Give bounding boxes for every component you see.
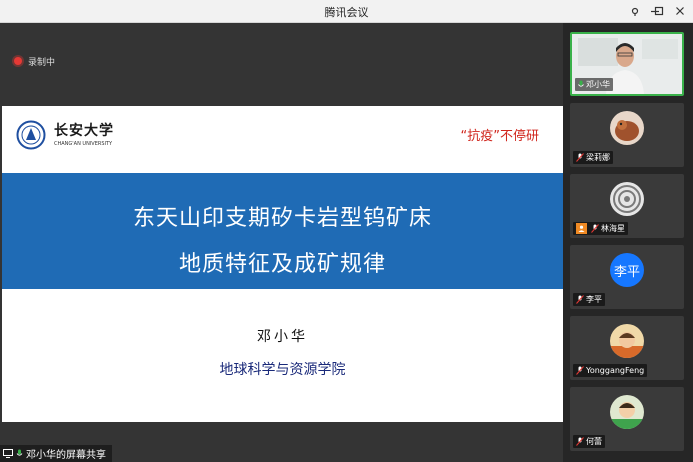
participant-tile[interactable]: YonggangFeng — [570, 316, 684, 380]
participant-tile[interactable]: 李平 李平 — [570, 245, 684, 309]
participant-label: 李平 — [573, 293, 605, 306]
shared-screen-area: 录制中 长安大学 CHANG'AN UNIVERSITY “抗疫”不停研 东天山… — [0, 23, 563, 462]
participant-avatar — [610, 324, 644, 358]
participant-label: YonggangFeng — [573, 364, 648, 377]
pin-button[interactable] — [627, 3, 643, 19]
slide-title-line1: 东天山印支期矽卡岩型钨矿床 — [132, 206, 432, 231]
microphone-icon — [578, 80, 584, 87]
microphone-icon — [16, 449, 23, 456]
title-band: 东天山印支期矽卡岩型钨矿床 地质特征及成矿规律 — [2, 173, 563, 289]
participant-tile[interactable]: 邓小华 — [570, 32, 684, 96]
microphone-muted-icon — [576, 153, 584, 162]
record-dot-icon — [14, 57, 22, 65]
university-name-english: CHANG'AN UNIVERSITY — [54, 141, 113, 147]
screen-share-icon — [3, 449, 13, 458]
slide-author: 邓小华 — [257, 329, 308, 345]
maximize-icon — [654, 6, 664, 16]
participant-name: 梁莉娜 — [586, 153, 610, 162]
screen-share-label[interactable]: 邓小华的屏幕共享 — [0, 445, 112, 462]
slide-title-line2: 地质特征及成矿规律 — [178, 252, 386, 277]
participant-name: 李平 — [586, 295, 602, 304]
slogan-text: “抗疫”不停研 — [460, 129, 539, 144]
presentation-slide: 长安大学 CHANG'AN UNIVERSITY “抗疫”不停研 东天山印支期矽… — [2, 106, 563, 422]
close-icon — [676, 7, 684, 15]
participant-label: 何蕾 — [573, 435, 605, 448]
participant-avatar — [610, 395, 644, 429]
participant-avatar — [610, 111, 644, 145]
participant-name: 林海星 — [601, 224, 625, 233]
close-button[interactable] — [672, 3, 688, 19]
microphone-muted-icon — [576, 295, 584, 304]
participant-tile[interactable]: 林海星 — [570, 174, 684, 238]
slide-affiliation: 地球科学与资源学院 — [219, 362, 346, 378]
screen-share-owner: 邓小华的屏幕共享 — [26, 450, 106, 461]
microphone-muted-icon — [576, 366, 584, 375]
participant-name: 邓小华 — [586, 80, 610, 89]
university-seal-icon — [16, 120, 46, 150]
pin-icon — [631, 7, 639, 16]
participant-avatar: 李平 — [610, 253, 644, 287]
microphone-muted-icon — [576, 437, 584, 446]
recording-label: 录制中 — [28, 57, 56, 68]
university-logo: 长安大学 CHANG'AN UNIVERSITY — [16, 120, 136, 152]
window-titlebar: 腾讯会议 — [0, 0, 693, 23]
participant-name: 何蕾 — [586, 437, 602, 446]
participant-tile[interactable]: 何蕾 — [570, 387, 684, 451]
participant-label: 邓小华 — [575, 78, 613, 91]
participant-label: 林海星 — [573, 222, 628, 235]
maximize-button[interactable] — [651, 3, 667, 19]
window-title: 腾讯会议 — [324, 6, 369, 19]
recording-indicator[interactable]: 录制中 — [14, 54, 55, 68]
university-name: 长安大学 — [54, 123, 114, 139]
microphone-muted-icon — [591, 224, 599, 233]
participant-tile[interactable]: 梁莉娜 — [570, 103, 684, 167]
participant-label: 梁莉娜 — [573, 151, 613, 164]
participant-sidebar: 邓小华 梁莉娜 林海星 李平 李平 YonggangFeng 何蕾 — [563, 23, 693, 462]
participant-name: YonggangFeng — [586, 366, 645, 375]
host-icon — [576, 223, 587, 234]
participant-avatar — [610, 182, 644, 216]
